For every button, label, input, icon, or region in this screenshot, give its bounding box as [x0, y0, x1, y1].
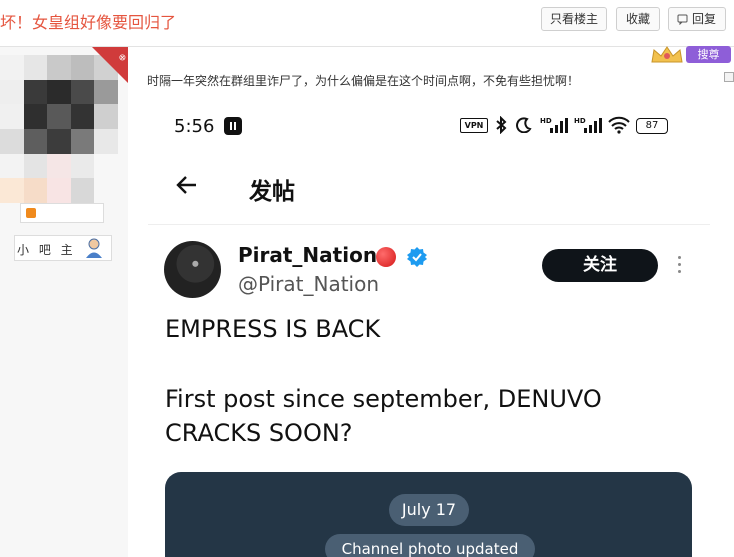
- svg-text:HD: HD: [540, 117, 552, 125]
- bluetooth-icon: [496, 116, 507, 134]
- avatar[interactable]: [0, 55, 118, 203]
- verified-badge-icon: [407, 247, 427, 267]
- back-arrow-icon[interactable]: [174, 172, 200, 198]
- pause-icon: [224, 117, 242, 135]
- signal-icon: HD: [574, 117, 602, 133]
- level-icon: [26, 208, 36, 218]
- dropdown-toggle[interactable]: [724, 72, 734, 82]
- tweet-line-2: First post since september, DENUVO CRACK…: [165, 382, 602, 450]
- thread-header: 坏！女皇组好像要回归了 只看楼主 收藏 回复: [0, 0, 734, 47]
- profile-avatar[interactable]: [164, 241, 221, 298]
- embedded-screenshot: 5:56 VPN HD HD 87 发帖 Pirat_Nation @Pirat…: [148, 96, 710, 557]
- only-op-button[interactable]: 只看楼主: [541, 7, 607, 31]
- display-name[interactable]: Pirat_Nation: [238, 243, 377, 267]
- reply-label: 回复: [691, 12, 716, 26]
- reply-button[interactable]: 回复: [668, 7, 726, 31]
- tweet-line-2a: First post since september, DENUVO: [165, 385, 602, 413]
- tweet-line-1: EMPRESS IS BACK: [165, 315, 381, 343]
- thread-title: 坏！女皇组好像要回归了: [0, 13, 177, 32]
- date-pill: July 17: [389, 494, 469, 526]
- divider: [148, 224, 710, 225]
- sou-badge[interactable]: 搜尊: [686, 46, 731, 63]
- handle: @Pirat_Nation: [238, 272, 380, 296]
- post-text: 时隔一年突然在群组里诈尸了，为什么偏偏是在这个时间点啊，不免有些担忧啊！: [147, 74, 580, 88]
- person-icon: [86, 238, 102, 258]
- owner-label: 小 吧 主: [17, 243, 76, 257]
- svg-text:HD: HD: [574, 117, 586, 125]
- status-icons: VPN HD HD 87: [460, 116, 675, 136]
- reply-icon: [677, 14, 688, 25]
- more-options-icon[interactable]: [676, 256, 682, 278]
- status-time: 5:56: [174, 116, 215, 137]
- channel-caption-pill: Channel photo updated: [325, 534, 535, 557]
- battery-icon: 87: [636, 118, 668, 134]
- app-bar-title: 发帖: [249, 179, 295, 205]
- crown-icon: [651, 46, 683, 63]
- vpn-icon: VPN: [460, 118, 488, 133]
- moon-icon: [516, 117, 532, 133]
- signal-icon: HD: [540, 117, 568, 133]
- follow-button[interactable]: 关注: [542, 249, 658, 282]
- level-badge: [20, 203, 104, 223]
- favorite-button[interactable]: 收藏: [616, 7, 660, 31]
- owner-badge: 小 吧 主: [14, 235, 112, 261]
- media-preview[interactable]: July 17 Channel photo updated: [165, 472, 692, 557]
- author-sidebar: ⊕ 小 吧 主: [0, 47, 128, 557]
- wifi-icon: [608, 116, 630, 134]
- tweet-line-2b: CRACKS SOON?: [165, 419, 353, 447]
- red-circle-icon: [376, 247, 396, 267]
